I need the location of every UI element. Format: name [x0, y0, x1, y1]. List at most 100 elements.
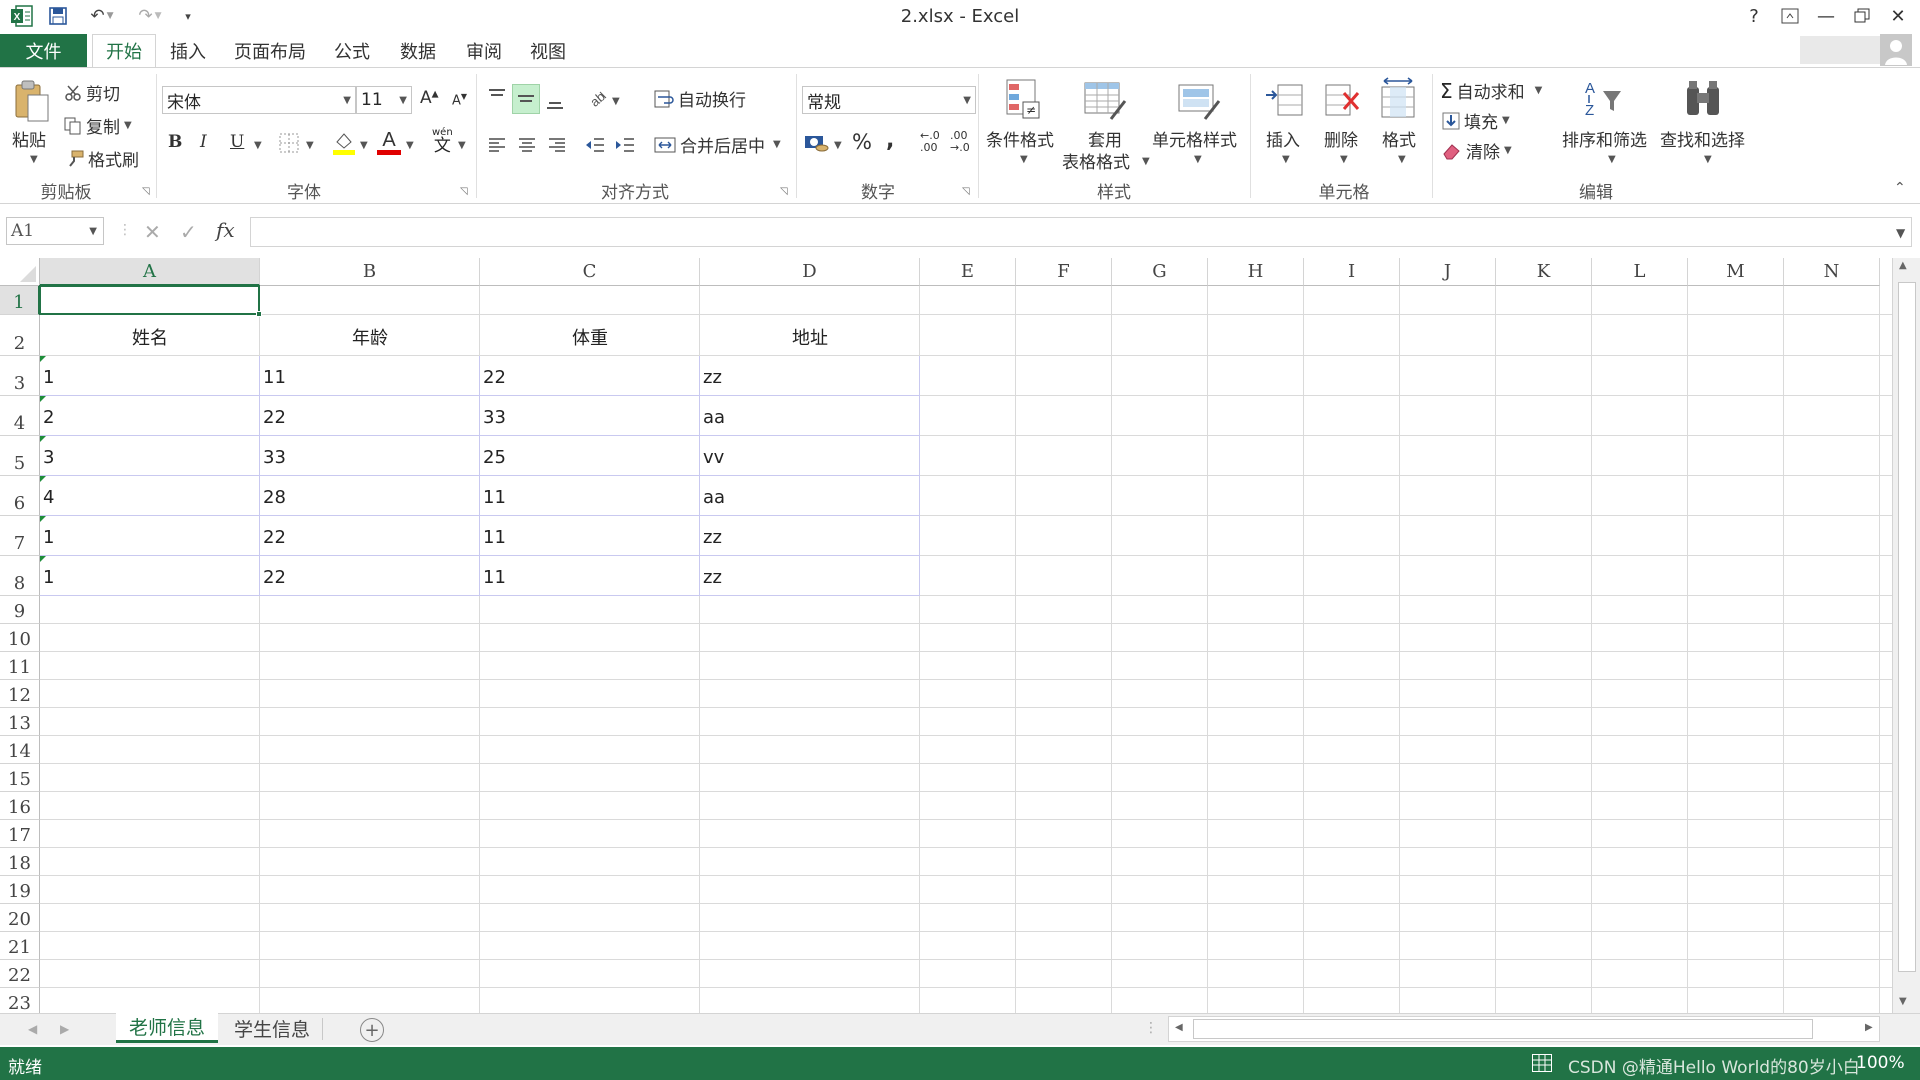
enter-icon[interactable]: ✓: [180, 220, 197, 244]
data-cell[interactable]: aa: [700, 396, 920, 436]
vertical-scrollbar[interactable]: ▲ ▼: [1892, 258, 1920, 1013]
italic-button[interactable]: I: [200, 132, 207, 152]
data-cell[interactable]: 22: [260, 516, 480, 556]
data-cell[interactable]: 33: [480, 396, 700, 436]
avatar[interactable]: [1880, 34, 1912, 66]
format-as-table-icon[interactable]: [1082, 78, 1128, 124]
row-header-10[interactable]: 10: [0, 624, 40, 652]
data-cell[interactable]: 1: [40, 516, 260, 556]
insert-cells-icon[interactable]: [1262, 78, 1306, 122]
row-header-8[interactable]: 8: [0, 556, 40, 596]
cancel-icon[interactable]: ✕: [144, 220, 161, 244]
column-header-n[interactable]: N: [1784, 258, 1880, 286]
data-cell[interactable]: zz: [700, 556, 920, 596]
merge-center-button[interactable]: 合并后居中 ▼: [654, 132, 781, 157]
data-cell[interactable]: 33: [260, 436, 480, 476]
undo-icon[interactable]: ↶ ▼: [82, 4, 122, 28]
cell-styles-icon[interactable]: [1176, 78, 1222, 124]
expand-formula-bar-icon[interactable]: ▼: [1896, 226, 1905, 240]
column-header-d[interactable]: D: [700, 258, 920, 286]
help-button[interactable]: ?: [1736, 2, 1772, 30]
data-cell[interactable]: 11: [480, 516, 700, 556]
clear-dropdown-icon[interactable]: ▼: [1504, 145, 1512, 156]
sort-filter-icon[interactable]: AZ: [1580, 76, 1626, 122]
tab-formulas[interactable]: 公式: [326, 34, 378, 68]
comma-style-button[interactable]: ,: [886, 128, 894, 153]
row-header-11[interactable]: 11: [0, 652, 40, 680]
data-cell[interactable]: 25: [480, 436, 700, 476]
row-header-14[interactable]: 14: [0, 736, 40, 764]
format-cells-button[interactable]: 格式: [1382, 126, 1416, 151]
format-cells-icon[interactable]: [1376, 76, 1420, 122]
data-cell[interactable]: 22: [480, 356, 700, 396]
font-launcher-icon[interactable]: ◹: [460, 186, 468, 197]
borders-icon[interactable]: [278, 132, 300, 154]
font-color-icon[interactable]: A: [376, 128, 402, 156]
row-header-22[interactable]: 22: [0, 960, 40, 988]
redo-icon[interactable]: ↷ ▼: [130, 4, 170, 28]
row-header-1[interactable]: 1: [0, 286, 40, 315]
cell-styles-dropdown-icon[interactable]: ▼: [1194, 154, 1202, 165]
binoculars-icon[interactable]: [1680, 76, 1726, 122]
restore-button[interactable]: [1844, 2, 1880, 30]
find-select-button[interactable]: 查找和选择: [1660, 126, 1745, 151]
number-format-dropdown[interactable]: 常规 ▼: [802, 86, 976, 114]
autosum-button[interactable]: Σ 自动求和 ▼: [1440, 78, 1543, 104]
row-header-15[interactable]: 15: [0, 764, 40, 792]
data-cell[interactable]: 11: [260, 356, 480, 396]
paste-dropdown-icon[interactable]: ▼: [30, 154, 38, 165]
fill-dropdown-icon[interactable]: ▼: [1502, 115, 1510, 126]
increase-decimal-icon[interactable]: ←.0.00: [920, 129, 940, 154]
find-dropdown-icon[interactable]: ▼: [1704, 154, 1712, 165]
save-icon[interactable]: [44, 4, 72, 28]
select-all-corner[interactable]: [0, 258, 40, 286]
conditional-dropdown-icon[interactable]: ▼: [1020, 154, 1028, 165]
clear-button[interactable]: 清除 ▼: [1442, 138, 1512, 163]
hscroll-thumb[interactable]: [1193, 1019, 1813, 1039]
row-header-6[interactable]: 6: [0, 476, 40, 516]
decrease-decimal-icon[interactable]: .00 →.0: [950, 129, 970, 154]
row-header-18[interactable]: 18: [0, 848, 40, 876]
format-painter-button[interactable]: 格式刷: [66, 146, 139, 171]
row-header-12[interactable]: 12: [0, 680, 40, 708]
insert-dropdown-icon[interactable]: ▼: [1282, 154, 1290, 165]
column-header-m[interactable]: M: [1688, 258, 1784, 286]
scroll-left-icon[interactable]: ◀: [1175, 1022, 1183, 1033]
increase-font-size-button[interactable]: A▲: [420, 88, 439, 108]
sheet-tab-teachers[interactable]: 老师信息: [116, 1013, 218, 1043]
autosum-dropdown-icon[interactable]: ▼: [1535, 85, 1543, 96]
zoom-level[interactable]: 100%: [1856, 1053, 1905, 1073]
sort-dropdown-icon[interactable]: ▼: [1608, 154, 1616, 165]
decrease-indent-icon[interactable]: [582, 132, 608, 158]
orientation-icon[interactable]: ab: [584, 86, 610, 112]
data-cell[interactable]: 28: [260, 476, 480, 516]
ribbon-display-options-icon[interactable]: [1772, 2, 1808, 30]
column-header-c[interactable]: C: [480, 258, 700, 286]
sheet-nav-prev-icon[interactable]: ◀: [28, 1022, 37, 1036]
data-cell[interactable]: zz: [700, 516, 920, 556]
data-cell[interactable]: 2: [40, 396, 260, 436]
data-cell[interactable]: 4: [40, 476, 260, 516]
conditional-formatting-button[interactable]: 条件格式: [986, 126, 1054, 151]
header-cell[interactable]: 地址: [700, 315, 920, 356]
format-dropdown-icon[interactable]: ▼: [1398, 154, 1406, 165]
name-box[interactable]: A1 ▼: [6, 217, 104, 245]
sheet-tab-students[interactable]: 学生信息: [222, 1013, 322, 1043]
row-header-21[interactable]: 21: [0, 932, 40, 960]
insert-cells-button[interactable]: 插入: [1266, 126, 1300, 151]
delete-dropdown-icon[interactable]: ▼: [1340, 154, 1348, 165]
fill-color-icon[interactable]: [332, 130, 356, 156]
cell-styles-button[interactable]: 单元格样式: [1152, 126, 1237, 151]
paste-icon[interactable]: [10, 78, 54, 124]
fill-handle[interactable]: [256, 311, 262, 317]
header-cell[interactable]: 体重: [480, 315, 700, 356]
column-header-k[interactable]: K: [1496, 258, 1592, 286]
sort-filter-button[interactable]: 排序和筛选: [1562, 126, 1647, 151]
align-left-icon[interactable]: [484, 132, 510, 158]
column-header-f[interactable]: F: [1016, 258, 1112, 286]
accounting-dropdown-icon[interactable]: ▼: [834, 140, 842, 151]
fill-button[interactable]: 填充 ▼: [1442, 108, 1510, 133]
data-cell[interactable]: 1: [40, 356, 260, 396]
customize-quick-access-icon[interactable]: ▾: [178, 4, 198, 28]
copy-button[interactable]: 复制 ▼: [64, 113, 132, 138]
